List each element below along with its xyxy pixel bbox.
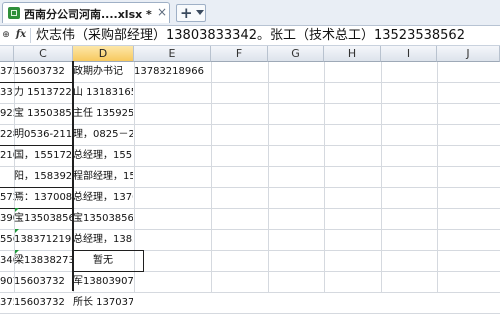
column-header-i[interactable]: I bbox=[381, 46, 437, 62]
cell-reference-icon[interactable]: ⊕ bbox=[0, 26, 12, 45]
cell-c[interactable]: 宝 13503856 bbox=[14, 104, 72, 124]
cell-c[interactable]: 宝13503856 bbox=[14, 209, 72, 229]
cell-e[interactable]: 13783218966 bbox=[134, 62, 210, 82]
cell-c[interactable]: 1383712197 bbox=[14, 230, 72, 250]
column-header-c[interactable]: C bbox=[14, 46, 73, 62]
table-row: 3758 15603732 所长 13703758661 bbox=[0, 293, 500, 314]
error-indicator-icon[interactable] bbox=[15, 229, 19, 233]
cell-c[interactable]: 15603732 bbox=[14, 62, 72, 82]
cell-border bbox=[0, 145, 73, 146]
cell-border bbox=[0, 208, 73, 209]
cell-b[interactable]: 3400 bbox=[0, 251, 14, 271]
cell-b[interactable]: 3758 bbox=[0, 62, 14, 82]
cell-c[interactable]: 焉：1370086 bbox=[14, 188, 72, 208]
column-header-f[interactable]: F bbox=[211, 46, 268, 62]
formula-bar: ⊕ fx 炊志伟（采购部经理）13803833342。张工（技术总工）13523… bbox=[0, 26, 500, 46]
cell-c[interactable]: 15603732 bbox=[14, 272, 72, 292]
tab-bar: 西南分公司河南....xlsx * × + bbox=[0, 0, 500, 26]
column-header-h[interactable]: H bbox=[324, 46, 381, 62]
cell-b[interactable]: 9070 bbox=[0, 272, 14, 292]
cell-c[interactable]: 梁13838273 bbox=[14, 251, 72, 271]
column-header-b-partial[interactable] bbox=[0, 46, 14, 62]
cell-b[interactable]: 3758 bbox=[0, 293, 14, 313]
cell-b[interactable]: 3316 bbox=[0, 83, 14, 103]
cell-border bbox=[0, 187, 73, 188]
cell-b[interactable]: 9255 bbox=[0, 104, 14, 124]
cell-border bbox=[0, 82, 73, 83]
formula-input[interactable]: 炊志伟（采购部经理）13803833342。张工（技术总工）1352353856… bbox=[36, 27, 465, 44]
cell-b[interactable]: 3902 bbox=[0, 209, 14, 229]
document-tab[interactable]: 西南分公司河南....xlsx * × bbox=[2, 2, 170, 23]
cell-d[interactable]: 所长 13703758661 bbox=[73, 293, 133, 313]
chevron-down-icon[interactable] bbox=[196, 10, 204, 15]
cell-c[interactable]: 国，1551725 bbox=[14, 146, 72, 166]
cell-b[interactable]: 5562 bbox=[0, 230, 14, 250]
cell-border bbox=[143, 250, 144, 271]
selected-column-border bbox=[72, 61, 134, 291]
cell-c[interactable]: 15603732 bbox=[14, 293, 72, 313]
cell-c[interactable]: 明0536-211 bbox=[14, 125, 72, 145]
cell-b[interactable]: 2287 bbox=[0, 125, 14, 145]
error-indicator-icon[interactable] bbox=[15, 250, 19, 254]
cell-b[interactable]: 5722 bbox=[0, 188, 14, 208]
column-header-d[interactable]: D bbox=[73, 46, 134, 62]
sheet-grid: 3758 15603732 政期办书记 13783218966 3316 力 1… bbox=[0, 61, 500, 314]
cell-border bbox=[72, 250, 144, 251]
cell-border bbox=[72, 271, 144, 272]
cell-b[interactable] bbox=[0, 167, 14, 187]
spreadsheet-icon bbox=[8, 7, 20, 19]
divider bbox=[30, 28, 31, 43]
plus-icon: + bbox=[180, 4, 193, 22]
function-icon[interactable]: fx bbox=[14, 27, 28, 43]
cell-c[interactable]: 力 1513722 bbox=[14, 83, 72, 103]
close-icon[interactable]: × bbox=[155, 5, 169, 19]
column-header-j[interactable]: J bbox=[437, 46, 500, 62]
column-header-e[interactable]: E bbox=[134, 46, 211, 62]
tab-title: 西南分公司河南....xlsx * bbox=[24, 8, 152, 21]
column-header-g[interactable]: G bbox=[268, 46, 324, 62]
cell-c[interactable]: 阳，1583922 bbox=[14, 167, 72, 187]
cell-b[interactable]: 2104 bbox=[0, 146, 14, 166]
error-indicator-icon[interactable] bbox=[15, 208, 19, 212]
new-tab-button[interactable]: + bbox=[176, 4, 206, 22]
